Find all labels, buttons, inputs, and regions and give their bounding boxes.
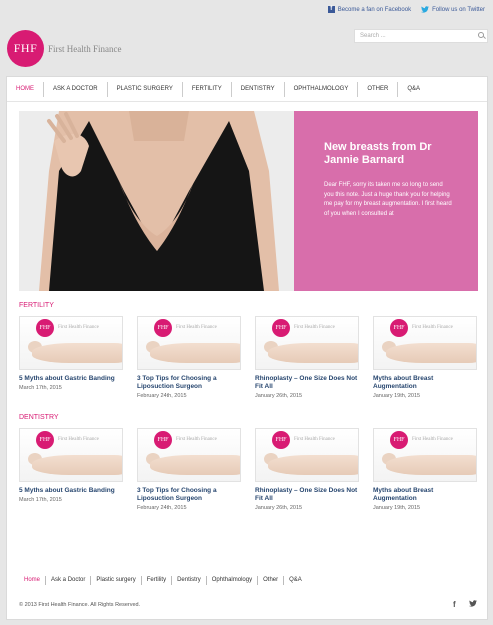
thumb-logo-name: First Health Finance <box>294 325 335 330</box>
thumb-figure-body <box>150 343 240 363</box>
copyright-text: © 2013 First Health Finance. All Rights … <box>19 602 141 608</box>
thumb-logo-mark: FHF <box>272 319 290 337</box>
search-icon[interactable] <box>478 32 484 38</box>
footer-link-q-a[interactable]: Q&A <box>284 576 307 585</box>
post-date: March 17th, 2015 <box>19 385 62 391</box>
logo-mark: FHF <box>7 30 44 67</box>
post-date: January 26th, 2015 <box>255 505 303 511</box>
thumb-logo-name: First Health Finance <box>412 325 453 330</box>
post-card[interactable]: FHF First Health Finance 5 Myths about Gas… <box>19 316 123 391</box>
thumb-logo-name: First Health Finance <box>294 437 335 442</box>
post-thumbnail[interactable]: FHF First Health Finance <box>19 316 123 370</box>
thumb-figure-body <box>386 343 476 363</box>
thumb-logo-name: First Health Finance <box>176 325 217 330</box>
facebook-fan-label: Become a fan on Facebook <box>337 6 412 13</box>
post-card[interactable]: FHF First Health Finance Rhinoplasty – One… <box>255 316 359 399</box>
twitter-icon <box>421 6 430 13</box>
post-card[interactable]: FHF First Health Finance Myths about Breas… <box>373 428 477 511</box>
site-logo[interactable]: FHF First Health Finance <box>7 30 122 67</box>
post-thumbnail[interactable]: FHF First Health Finance <box>373 428 477 482</box>
post-date: January 19th, 2015 <box>373 393 421 399</box>
post-date: January 26th, 2015 <box>255 393 303 399</box>
post-card[interactable]: FHF First Health Finance 5 Myths about Gas… <box>19 428 123 503</box>
main-content: HOME ASK A DOCTOR PLASTIC SURGERY FERTILITY… <box>6 76 488 620</box>
post-title[interactable]: Rhinoplasty – One Size Does Not Fit All <box>255 487 359 503</box>
hero-caption-panel: New breasts from Dr Jannie Barnard Dear … <box>294 111 478 291</box>
post-title[interactable]: 3 Top Tips for Choosing a Liposuction Su… <box>137 375 241 391</box>
post-thumbnail[interactable]: FHF First Health Finance <box>137 316 241 370</box>
footer-link-dentistry[interactable]: Dentistry <box>172 576 207 585</box>
footer-link-other[interactable]: Other <box>258 576 285 585</box>
post-thumbnail[interactable]: FHF First Health Finance <box>19 428 123 482</box>
footer-link-ask-a-doctor[interactable]: Ask a Doctor <box>46 576 92 585</box>
thumb-logo-mark: FHF <box>154 431 172 449</box>
hero-excerpt: Dear FHF, sorry its taken me so long to … <box>324 182 452 217</box>
thumb-figure-body <box>386 455 476 475</box>
footer-facebook-icon[interactable]: f <box>453 600 456 609</box>
facebook-icon: f <box>327 6 335 13</box>
post-title[interactable]: 3 Top Tips for Choosing a Liposuction Su… <box>137 487 241 503</box>
thumb-figure-body <box>268 455 358 475</box>
post-card[interactable]: FHF First Health Finance 3 Top Tips for Ch… <box>137 316 241 399</box>
nav-item-ophthalmology[interactable]: OPHTHALMOLOGY <box>285 81 359 97</box>
twitter-follow-label: Follow us on Twitter <box>432 6 485 13</box>
hero-slider[interactable]: New breasts from Dr Jannie Barnard Dear … <box>19 111 478 291</box>
post-title[interactable]: Myths about Breast Augmentation <box>373 375 477 391</box>
post-thumbnail[interactable]: FHF First Health Finance <box>255 316 359 370</box>
thumb-figure-body <box>150 455 240 475</box>
twitter-follow-link[interactable]: Follow us on Twitter <box>421 6 485 13</box>
post-date: January 19th, 2015 <box>373 505 421 511</box>
thumb-logo-mark: FHF <box>272 431 290 449</box>
post-thumbnail[interactable]: FHF First Health Finance <box>373 316 477 370</box>
footer-link-plastic-surgery[interactable]: Plastic surgery <box>91 576 142 585</box>
main-nav: HOME ASK A DOCTOR PLASTIC SURGERY FERTILITY… <box>7 77 487 102</box>
search-input[interactable]: Search ... <box>354 29 488 43</box>
nav-item-q-a[interactable]: Q&A <box>398 82 429 97</box>
facebook-fan-link[interactable]: f Become a fan on Facebook <box>327 6 412 13</box>
footer-twitter-icon[interactable] <box>469 600 477 609</box>
post-title[interactable]: Rhinoplasty – One Size Does Not Fit All <box>255 375 359 391</box>
thumb-logo-mark: FHF <box>390 431 408 449</box>
footer-link-home[interactable]: Home <box>19 576 47 585</box>
search-placeholder: Search ... <box>360 33 386 39</box>
post-date: February 24th, 2015 <box>137 393 187 399</box>
top-social-bar: f Become a fan on Facebook Follow us on … <box>327 6 485 13</box>
nav-item-other[interactable]: OTHER <box>358 81 399 97</box>
thumb-logo-mark: FHF <box>36 431 54 449</box>
thumb-logo-name: First Health Finance <box>58 325 99 330</box>
post-thumbnail[interactable]: FHF First Health Finance <box>137 428 241 482</box>
section-title-dentistry[interactable]: DENTISTRY <box>19 414 59 421</box>
thumb-logo-mark: FHF <box>154 319 172 337</box>
thumb-logo-name: First Health Finance <box>58 437 99 442</box>
nav-item-home[interactable]: HOME <box>7 81 44 97</box>
footer-nav: Home Ask a Doctor Plastic surgery Fertility… <box>19 576 307 585</box>
nav-item-dentistry[interactable]: DENTISTRY <box>232 81 285 97</box>
nav-item-plastic-surgery[interactable]: PLASTIC SURGERY <box>108 81 183 97</box>
post-card[interactable]: FHF First Health Finance Rhinoplasty – One… <box>255 428 359 511</box>
post-card[interactable]: FHF First Health Finance 3 Top Tips for Ch… <box>137 428 241 511</box>
section-title-fertility[interactable]: FERTILITY <box>19 302 54 309</box>
footer-link-ophthalmology[interactable]: Ophthalmology <box>207 576 259 585</box>
thumb-figure-body <box>32 343 122 363</box>
post-title[interactable]: 5 Myths about Gastric Banding <box>19 375 123 383</box>
post-date: March 17th, 2015 <box>19 497 62 503</box>
thumb-logo-name: First Health Finance <box>176 437 217 442</box>
thumb-logo-mark: FHF <box>390 319 408 337</box>
post-title[interactable]: 5 Myths about Gastric Banding <box>19 487 123 495</box>
logo-name: First Health Finance <box>48 43 122 54</box>
post-thumbnail[interactable]: FHF First Health Finance <box>255 428 359 482</box>
post-card[interactable]: FHF First Health Finance Myths about Breas… <box>373 316 477 399</box>
nav-item-ask-a-doctor[interactable]: ASK A DOCTOR <box>44 81 108 97</box>
thumb-logo-name: First Health Finance <box>412 437 453 442</box>
thumb-figure-body <box>268 343 358 363</box>
thumb-logo-mark: FHF <box>36 319 54 337</box>
post-title[interactable]: Myths about Breast Augmentation <box>373 487 477 503</box>
thumb-figure-body <box>32 455 122 475</box>
nav-item-fertility[interactable]: FERTILITY <box>183 81 232 97</box>
post-date: February 24th, 2015 <box>137 505 187 511</box>
hero-title[interactable]: New breasts from Dr Jannie Barnard <box>324 141 464 167</box>
footer-link-fertility[interactable]: Fertility <box>142 576 173 585</box>
hero-image <box>19 111 294 291</box>
